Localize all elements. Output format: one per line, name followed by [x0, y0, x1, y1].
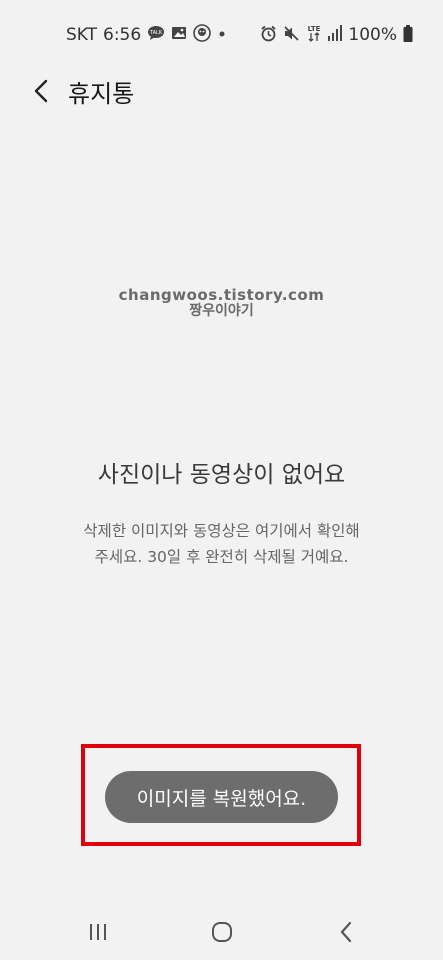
alarm-icon: [260, 25, 277, 45]
status-bar: SKT 6:56 TALK LTE 100%: [0, 0, 443, 68]
battery-percent: 100%: [348, 24, 397, 45]
app-icon: [193, 24, 212, 45]
dot-icon: [217, 27, 227, 42]
signal-icon: [328, 25, 343, 44]
recent-apps-button[interactable]: [78, 912, 118, 952]
nav-back-button[interactable]: [326, 912, 366, 952]
back-button[interactable]: [26, 76, 56, 106]
empty-state-description-line2: 주세요. 30일 후 완전히 삭제될 거예요.: [94, 548, 349, 567]
carrier-label: SKT: [66, 24, 98, 45]
home-icon: [212, 922, 232, 942]
image-icon: [171, 25, 187, 44]
battery-icon: [403, 24, 413, 45]
empty-state-description: 삭제한 이미지와 동영상은 여기에서 확인해 주세요. 30일 후 완전히 삭제…: [40, 518, 403, 571]
recent-apps-icon: [90, 924, 106, 940]
watermark-url: changwoos.tistory.com: [118, 286, 325, 304]
navigation-bar: [0, 896, 443, 960]
svg-text:LTE: LTE: [308, 25, 321, 33]
back-icon: [340, 921, 352, 943]
svg-text:TALK: TALK: [149, 30, 163, 36]
home-button[interactable]: [202, 912, 242, 952]
clock: 6:56: [103, 24, 142, 45]
status-left: SKT 6:56 TALK: [66, 24, 227, 45]
talk-icon: TALK: [147, 25, 165, 44]
watermark-name: 짱우이야기: [189, 302, 254, 319]
toast-message: 이미지를 복원했어요.: [105, 771, 338, 823]
page-title: 휴지통: [68, 80, 135, 108]
empty-state-description-line1: 삭제한 이미지와 동영상은 여기에서 확인해: [83, 522, 360, 540]
chevron-left-icon: [34, 79, 48, 103]
mute-icon: [283, 25, 300, 45]
empty-state-title: 사진이나 동영상이 없어요: [97, 462, 346, 488]
lte-icon: LTE: [306, 24, 322, 45]
watermark: changwoos.tistory.com 짱우이야기: [0, 286, 443, 319]
app-header: 휴지통: [0, 68, 443, 114]
status-right: LTE 100%: [260, 24, 413, 45]
